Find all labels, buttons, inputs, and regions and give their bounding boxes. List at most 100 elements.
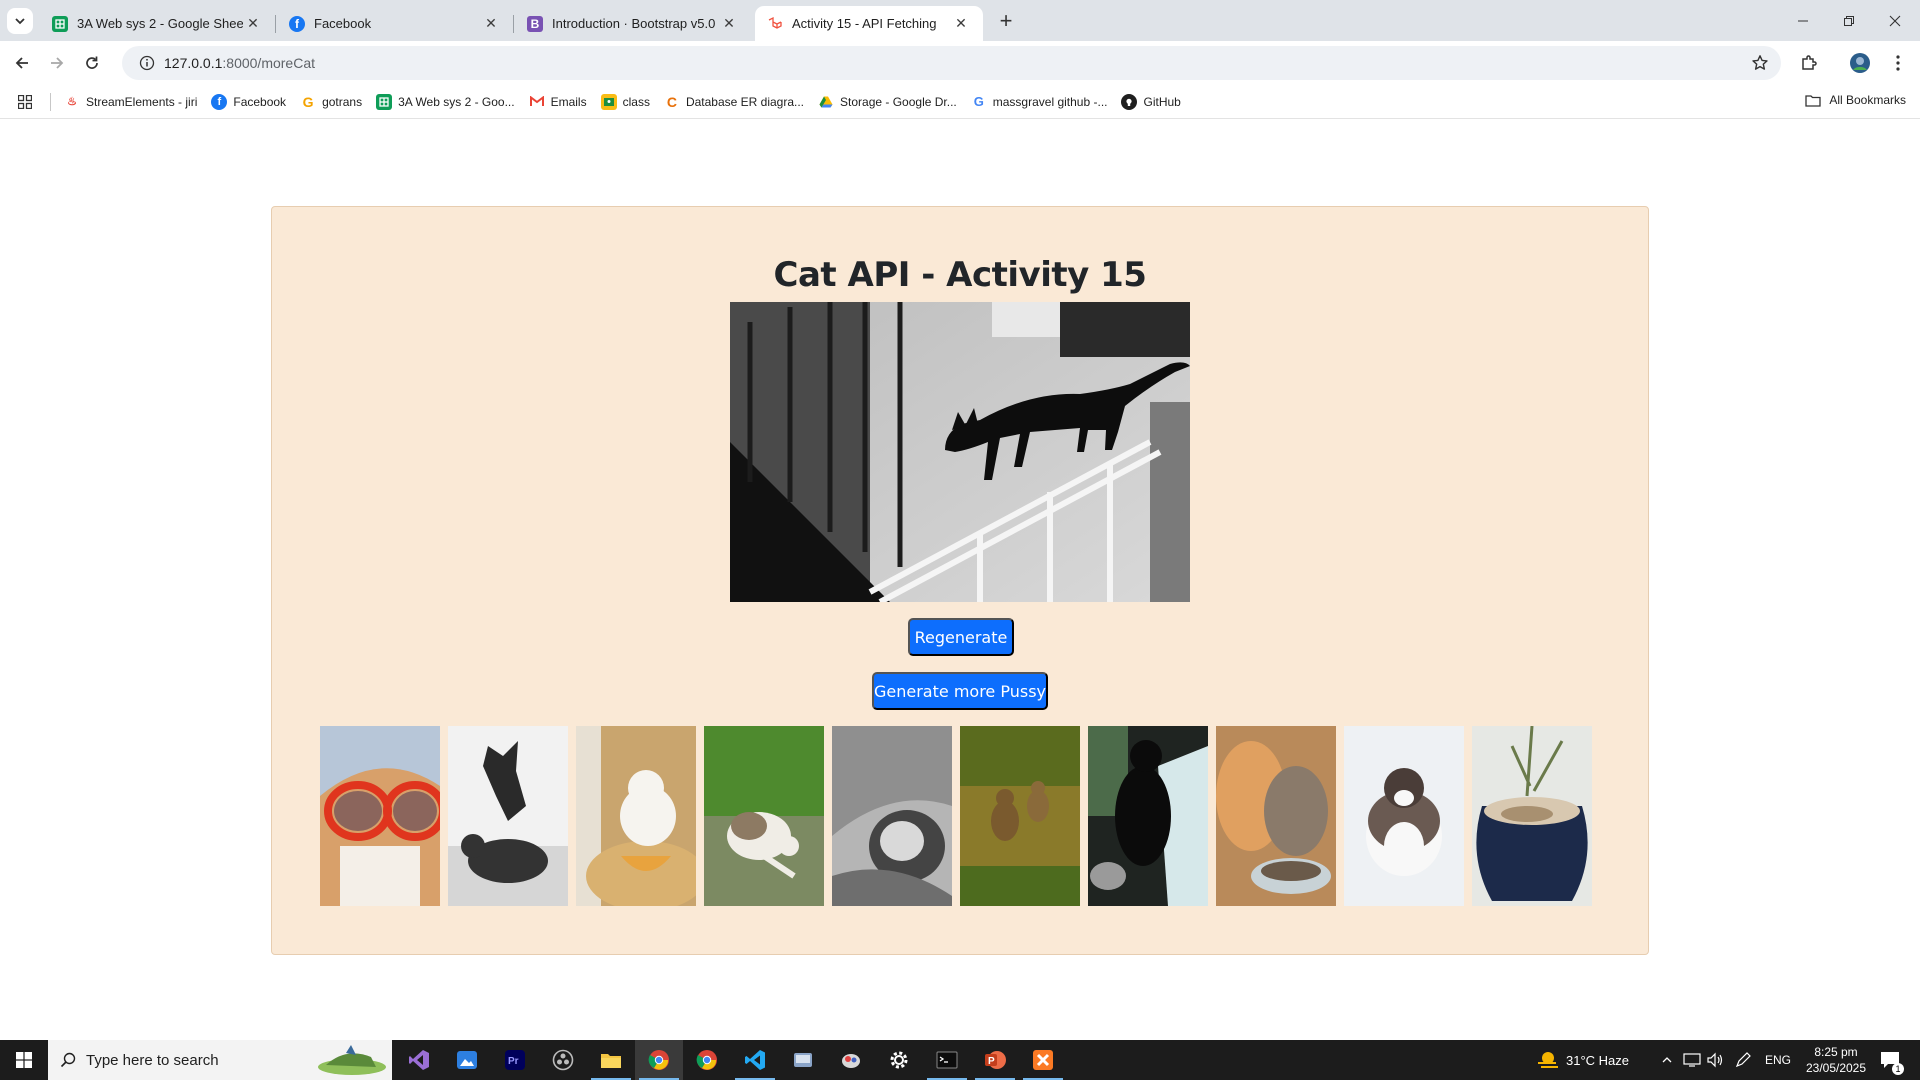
url-text: 127.0.0.1:8000/moreCat [164,55,315,71]
close-tab-icon[interactable]: ✕ [243,14,263,34]
new-tab-button[interactable]: + [993,8,1019,34]
cat-card: Cat API - Activity 15 Regenerate Generat… [271,206,1649,955]
arrow-right-icon [51,57,64,69]
tab-google-sheets[interactable]: 3A Web sys 2 - Google Sheets ✕ [40,6,276,41]
back-button[interactable] [8,49,36,77]
bookmark-label: class [622,94,650,109]
minimize-button[interactable] [1780,0,1826,41]
bookmark-label: gotrans [322,94,363,109]
volume-icon[interactable] [1707,1040,1725,1080]
bookmark-label: StreamElements - jiri [86,94,198,109]
avatar-icon [1850,53,1870,73]
tab-title: Introduction · Bootstrap v5.0 [552,16,716,31]
bookmark-database-er[interactable]: Ϲ Database ER diagra... [657,94,811,110]
profile-avatar[interactable] [1846,49,1874,77]
premiere-pro-taskbar-icon[interactable]: Pr [491,1040,539,1080]
powerpoint-taskbar-icon[interactable]: P [971,1040,1019,1080]
obs-taskbar-icon[interactable] [539,1040,587,1080]
photos-taskbar-icon[interactable] [443,1040,491,1080]
terminal-taskbar-icon[interactable] [923,1040,971,1080]
settings-taskbar-icon[interactable] [875,1040,923,1080]
facebook-icon: f [289,15,305,32]
tab-strip: 3A Web sys 2 - Google Sheets ✕ f Faceboo… [0,0,1920,41]
game-taskbar-icon[interactable] [827,1040,875,1080]
tab-search-button[interactable] [7,8,33,34]
start-button[interactable] [0,1040,48,1080]
notification-count: 1 [1892,1063,1904,1075]
cat-thumbnail [960,726,1080,906]
bookmark-github[interactable]: GitHub [1114,93,1187,110]
network-icon[interactable] [1683,1040,1701,1080]
reload-icon [86,56,98,69]
address-bar[interactable]: 127.0.0.1:8000/moreCat [122,46,1781,80]
chrome-taskbar-icon[interactable] [635,1040,683,1080]
bookmarks-divider [50,92,51,111]
chevron-up-icon [1662,1057,1672,1063]
file-explorer-taskbar-icon[interactable] [587,1040,635,1080]
forward-button[interactable] [43,49,71,77]
bookmark-emails[interactable]: Emails [522,94,594,110]
close-tab-icon[interactable]: ✕ [951,14,971,34]
all-bookmarks-button[interactable]: All Bookmarks [1805,93,1906,107]
cat-thumbnail [1472,726,1592,906]
bookmark-label: Facebook [233,94,287,109]
taskbar-search[interactable]: Type here to search [48,1040,392,1080]
chrome-menu-button[interactable] [1884,49,1912,77]
regenerate-button[interactable]: Regenerate [908,618,1014,656]
tab-bootstrap[interactable]: B Introduction · Bootstrap v5.0 ✕ [515,6,751,41]
cat-thumbnail [1344,726,1464,906]
all-bookmarks-label: All Bookmarks [1829,93,1906,107]
chevron-down-icon [15,18,25,25]
site-info-icon[interactable] [130,55,164,71]
generate-more-button[interactable]: Generate more Pussy [872,672,1048,710]
weather-text: 31°C Haze [1566,1052,1630,1068]
tab-activity-15[interactable]: Activity 15 - API Fetching ✕ [755,6,983,41]
bookmark-massgravel[interactable]: G massgravel github -... [964,94,1115,110]
tab-title: Activity 15 - API Fetching [792,16,937,31]
bookmark-facebook[interactable]: f Facebook [204,93,293,110]
tab-title: Facebook [314,16,372,31]
vscode-taskbar-icon[interactable] [731,1040,779,1080]
cat-thumbnail [1088,726,1208,906]
pen-icon[interactable] [1734,1040,1752,1080]
github-icon [1121,93,1138,110]
bookmark-label: Storage - Google Dr... [840,94,957,109]
reload-button[interactable] [78,49,106,77]
bookmark-streamelements[interactable]: ♨ StreamElements - jiri [57,94,204,110]
tray-chevron[interactable] [1661,1040,1673,1080]
restore-button[interactable] [1826,0,1872,41]
laravel-icon [767,16,783,32]
chrome-profile-taskbar-icon[interactable] [683,1040,731,1080]
weather-widget[interactable]: 31°C Haze [1536,1040,1629,1080]
tab-facebook[interactable]: f Facebook ✕ [277,6,514,41]
close-tab-icon[interactable]: ✕ [481,14,501,34]
close-window-button[interactable] [1872,0,1918,41]
google-drive-icon [818,94,834,110]
clock-time: 8:25 pm [1814,1045,1858,1059]
main-cat-image [730,302,1190,602]
bookmark-label: massgravel github -... [992,94,1108,109]
bookmark-label: Emails [550,94,587,109]
notification-center[interactable]: 1 [1880,1040,1904,1080]
visual-studio-taskbar-icon[interactable] [395,1040,443,1080]
bookmark-google-drive[interactable]: Storage - Google Dr... [811,94,964,110]
bookmark-google-sheets[interactable]: 3A Web sys 2 - Goo... [369,93,522,110]
app-taskbar-icon[interactable] [779,1040,827,1080]
apps-grid-icon [18,94,32,109]
search-icon [60,1052,76,1068]
bookmark-gotrans[interactable]: G gotrans [293,94,369,110]
close-tab-icon[interactable]: ✕ [719,14,739,34]
cat-thumbnail [320,726,440,906]
svg-text:Pr: Pr [508,1056,519,1067]
extensions-button[interactable] [1795,49,1823,77]
apps-button[interactable] [0,94,50,109]
language-indicator[interactable]: ENG [1765,1040,1791,1080]
restore-icon [1844,15,1854,26]
bookmark-class[interactable]: class [594,93,657,110]
clock[interactable]: 8:25 pm 23/05/2025 [1800,1040,1872,1080]
cat-thumbnail [1216,726,1336,906]
folder-icon [1805,94,1821,107]
cat-thumbnail [576,726,696,906]
bookmark-star-icon[interactable] [1751,54,1769,77]
xampp-taskbar-icon[interactable] [1019,1040,1067,1080]
